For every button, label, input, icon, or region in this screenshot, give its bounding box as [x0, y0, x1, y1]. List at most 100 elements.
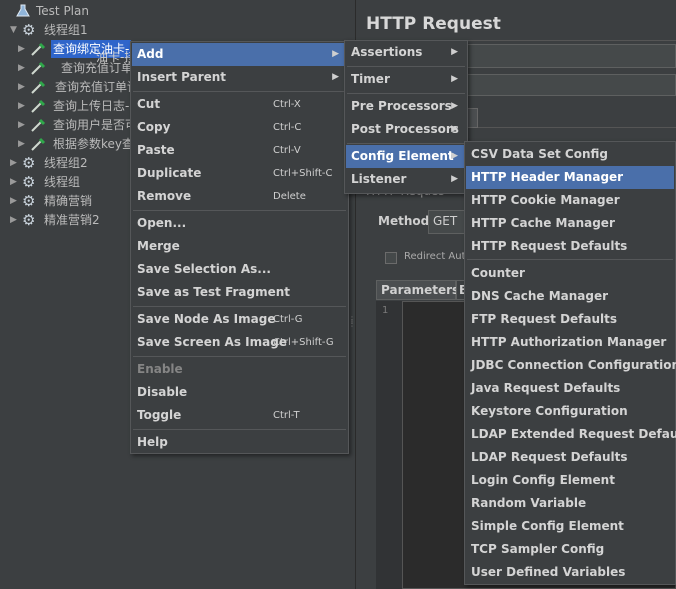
name-field[interactable] — [456, 44, 676, 68]
expand-right-icon[interactable]: ▶ — [10, 173, 20, 191]
menu-item-label: JDBC Connection Configuration — [471, 358, 676, 372]
menu-item-disable[interactable]: Disable — [132, 381, 347, 404]
menu-item-cut[interactable]: Cut Ctrl-X — [132, 93, 347, 116]
menu-item-label: Save Screen As Image — [137, 335, 287, 349]
menu-item-csv-data-set-config[interactable]: CSV Data Set Config — [466, 143, 674, 166]
menu-item-label: Config Element — [351, 149, 454, 163]
menu-item-ftp-request-defaults[interactable]: FTP Request Defaults — [466, 308, 674, 331]
menu-item-counter[interactable]: Counter — [466, 262, 674, 285]
tree-label: 精确营销 — [44, 194, 93, 208]
expand-down-icon[interactable]: ▼ — [10, 21, 20, 39]
menu-item-label: Keystore Configuration — [471, 404, 628, 418]
menu-item-java-request-defaults[interactable]: Java Request Defaults — [466, 377, 674, 400]
context-menu: Add ▶ Insert Parent ▶ Cut Ctrl-X Copy Ct… — [130, 41, 349, 454]
submenu-arrow-icon: ▶ — [451, 47, 458, 57]
menu-item-label: HTTP Cache Manager — [471, 216, 615, 230]
menu-item-label: LDAP Extended Request Defaults — [471, 427, 676, 441]
menu-item-enable: Enable — [132, 358, 347, 381]
menu-item-jdbc-connection-configuration[interactable]: JDBC Connection Configuration — [466, 354, 676, 377]
menu-item-ldap-request-defaults[interactable]: LDAP Request Defaults — [466, 446, 674, 469]
menu-item-http-cookie-manager[interactable]: HTTP Cookie Manager — [466, 189, 674, 212]
menu-item-label: Paste — [137, 143, 175, 157]
tree-label: 精准营销2 — [44, 213, 100, 227]
menu-item-open[interactable]: Open... — [132, 212, 347, 235]
submenu-arrow-icon: ▶ — [451, 101, 458, 111]
menu-item-label: Login Config Element — [471, 473, 615, 487]
menu-item-help[interactable]: Help — [132, 431, 347, 454]
gear-icon: ⚙ — [22, 154, 36, 172]
menu-item-listener[interactable]: Listener ▶ — [346, 168, 466, 191]
menu-item-simple-config-element[interactable]: Simple Config Element — [466, 515, 674, 538]
menu-item-copy[interactable]: Copy Ctrl-C — [132, 116, 347, 139]
method-value: GET — [433, 214, 458, 228]
menu-item-label: Merge — [137, 239, 180, 253]
menu-item-save-selection-as[interactable]: Save Selection As... — [132, 258, 347, 281]
menu-item-dns-cache-manager[interactable]: DNS Cache Manager — [466, 285, 674, 308]
menu-separator — [133, 429, 346, 430]
method-label: Method: — [378, 214, 434, 228]
comments-field[interactable] — [456, 74, 676, 96]
tree-label: 查询上传日志- — [53, 99, 130, 113]
tree-label: 线程组2 — [44, 156, 88, 170]
expand-right-icon[interactable]: ▶ — [10, 154, 20, 172]
menu-item-label: Timer — [351, 72, 390, 86]
menu-item-save-as-test-fragment[interactable]: Save as Test Fragment — [132, 281, 347, 304]
tree-label: 线程组 — [44, 175, 81, 189]
tree-node-thread-group[interactable]: ▼ ⚙ 线程组1 — [10, 21, 210, 39]
menu-item-post-processors[interactable]: Post Processors ▶ — [346, 118, 466, 141]
menu-item-save-node-as-image[interactable]: Save Node As Image Ctrl-G — [132, 308, 347, 331]
menu-item-tcp-sampler-config[interactable]: TCP Sampler Config — [466, 538, 674, 561]
expand-right-icon[interactable]: ▶ — [18, 135, 28, 153]
menu-item-user-defined-variables[interactable]: User Defined Variables — [466, 561, 674, 584]
menu-item-toggle[interactable]: Toggle Ctrl-T — [132, 404, 347, 427]
menu-item-http-header-manager[interactable]: HTTP Header Manager — [466, 166, 674, 189]
menu-item-label: LDAP Request Defaults — [471, 450, 628, 464]
expand-right-icon[interactable]: ▶ — [18, 97, 28, 115]
menu-item-label: Save Node As Image — [137, 312, 276, 326]
menu-item-label: Duplicate — [137, 166, 202, 180]
expand-right-icon[interactable]: ▶ — [18, 116, 28, 134]
menu-item-random-variable[interactable]: Random Variable — [466, 492, 674, 515]
menu-item-add[interactable]: Add ▶ — [132, 43, 347, 66]
expand-right-icon[interactable]: ▶ — [10, 211, 20, 229]
menu-item-http-authorization-manager[interactable]: HTTP Authorization Manager — [466, 331, 674, 354]
menu-item-keystore-configuration[interactable]: Keystore Configuration — [466, 400, 674, 423]
redirect-checkbox[interactable] — [385, 252, 397, 264]
menu-item-label: Toggle — [137, 408, 182, 422]
pipette-icon — [30, 80, 46, 94]
menu-shortcut: Ctrl+Shift-C — [273, 168, 333, 179]
menu-item-login-config-element[interactable]: Login Config Element — [466, 469, 674, 492]
menu-item-pre-processors[interactable]: Pre Processors ▶ — [346, 95, 466, 118]
menu-item-ldap-extended-request-defaults[interactable]: LDAP Extended Request Defaults — [466, 423, 676, 446]
menu-item-timer[interactable]: Timer ▶ — [346, 68, 466, 91]
menu-item-label: User Defined Variables — [471, 565, 626, 579]
menu-item-insert-parent[interactable]: Insert Parent ▶ — [132, 66, 347, 89]
menu-item-paste[interactable]: Paste Ctrl-V — [132, 139, 347, 162]
config-element-submenu: CSV Data Set Config HTTP Header Manager … — [464, 141, 676, 585]
menu-separator — [347, 66, 465, 67]
menu-item-label: DNS Cache Manager — [471, 289, 609, 303]
expand-right-icon[interactable]: ▶ — [10, 192, 20, 210]
submenu-arrow-icon: ▶ — [451, 74, 458, 84]
menu-item-remove[interactable]: Remove Delete — [132, 185, 347, 208]
menu-separator — [347, 93, 465, 94]
menu-shortcut: Ctrl-G — [273, 314, 303, 325]
menu-item-config-element[interactable]: Config Element ▶ — [346, 145, 466, 168]
tree-node-test-plan[interactable]: Test Plan — [4, 2, 204, 20]
pipette-icon — [30, 137, 46, 151]
menu-item-label: Cut — [137, 97, 161, 111]
menu-item-label: Open... — [137, 216, 187, 230]
menu-item-http-request-defaults[interactable]: HTTP Request Defaults — [466, 235, 674, 258]
menu-item-assertions[interactable]: Assertions ▶ — [346, 41, 466, 64]
expand-right-icon[interactable]: ▶ — [18, 59, 28, 77]
menu-item-save-screen-as-image[interactable]: Save Screen As Image Ctrl+Shift-G — [132, 331, 347, 354]
tab-parameters[interactable]: Parameters — [376, 280, 459, 300]
line-number: 1 — [382, 305, 389, 316]
menu-item-http-cache-manager[interactable]: HTTP Cache Manager — [466, 212, 674, 235]
expand-right-icon[interactable]: ▶ — [18, 78, 28, 96]
menu-item-duplicate[interactable]: Duplicate Ctrl+Shift-C — [132, 162, 347, 185]
menu-item-merge[interactable]: Merge — [132, 235, 347, 258]
panel-title: HTTP Request — [366, 14, 501, 34]
menu-separator — [133, 210, 346, 211]
expand-right-icon[interactable]: ▶ — [18, 40, 28, 58]
